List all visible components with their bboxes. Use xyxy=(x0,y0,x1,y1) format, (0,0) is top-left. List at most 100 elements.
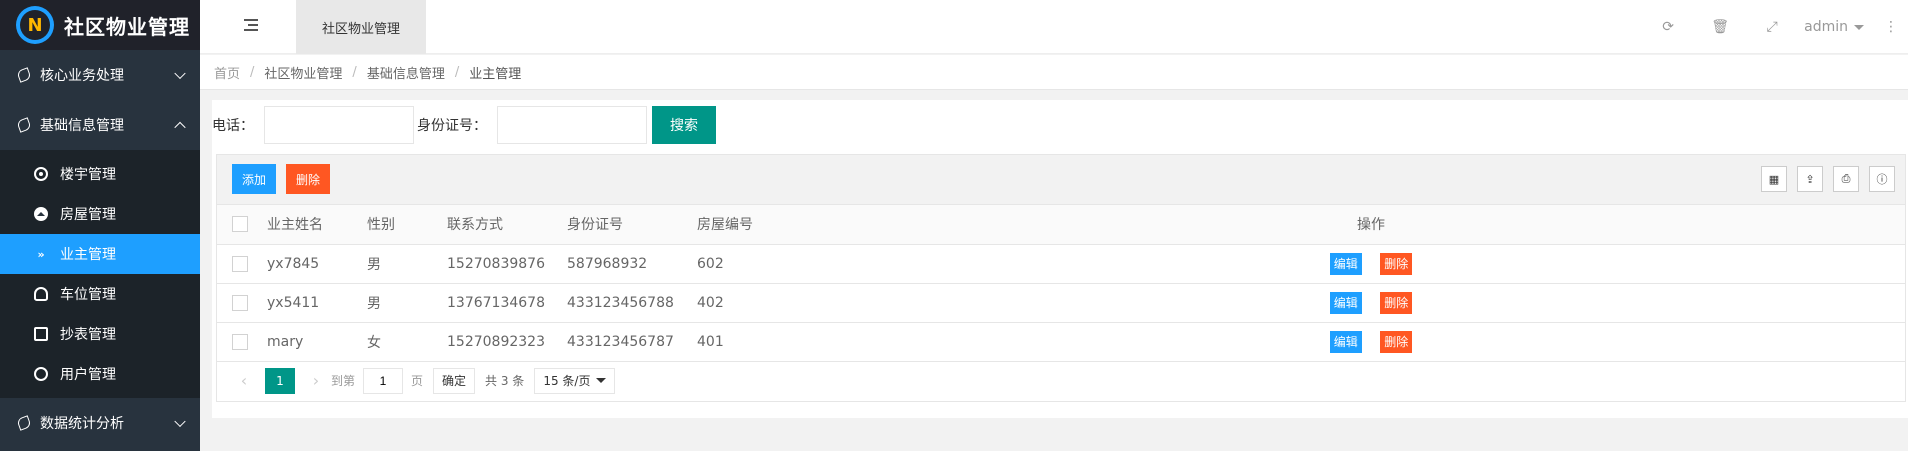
row-checkbox[interactable] xyxy=(232,255,248,272)
logo-area: N 社区物业管理 xyxy=(0,0,200,50)
menu-toggle-icon[interactable] xyxy=(244,19,258,31)
data-table-container: 添加 删除 ▦ ⇪ ⎙ ⓘ 业主姓名 性别 联系方式 身份证号 房屋编号 操作 … xyxy=(216,154,1906,402)
add-button[interactable]: 添加 xyxy=(232,164,277,194)
current-page[interactable]: 1 xyxy=(265,367,295,394)
print-icon[interactable]: ⎙ xyxy=(1833,166,1859,192)
cell-id-card: 433123456787 xyxy=(567,322,697,362)
remove-button[interactable]: 删除 xyxy=(1380,291,1413,314)
breadcrumb-community[interactable]: 社区物业管理 xyxy=(264,63,342,82)
sidebar-item-buildings[interactable]: 楼宇管理 xyxy=(0,154,200,194)
edit-button[interactable]: 编辑 xyxy=(1329,291,1362,314)
leaf-icon xyxy=(16,67,32,83)
sidebar-group-statistics[interactable]: 数据统计分析 xyxy=(0,398,200,448)
per-page-select[interactable]: 15 条/页 xyxy=(534,367,616,394)
column-header: 性别 xyxy=(367,205,447,245)
remove-button[interactable]: 删除 xyxy=(1380,330,1413,353)
cell-phone: 13767134678 xyxy=(447,283,567,323)
top-header: 社区物业管理 ⟳ 🗑 ⤢ admin ⋮ xyxy=(200,0,1908,54)
info-icon[interactable]: ⓘ xyxy=(1869,166,1895,192)
sidebar-group-core[interactable]: 核心业务处理 xyxy=(0,50,200,100)
edit-icon xyxy=(34,327,48,341)
user-icon xyxy=(34,367,48,381)
breadcrumb-basic-info[interactable]: 基础信息管理 xyxy=(367,63,445,82)
sidebar-item-users[interactable]: 用户管理 xyxy=(0,354,200,394)
remove-button[interactable]: 删除 xyxy=(1380,252,1413,275)
chevron-down-icon xyxy=(174,415,186,428)
sidebar-item-label: 抄表管理 xyxy=(60,327,116,343)
goto-page-input[interactable] xyxy=(363,367,404,394)
edit-button[interactable]: 编辑 xyxy=(1329,252,1362,275)
leaf-icon xyxy=(16,415,32,431)
column-header: 联系方式 xyxy=(447,205,567,245)
next-page-icon[interactable]: › xyxy=(301,371,331,390)
table-toolbar: 添加 删除 ▦ ⇪ ⎙ ⓘ xyxy=(217,155,1905,205)
cell-phone: 15270892323 xyxy=(447,322,567,362)
user-menu[interactable]: admin xyxy=(1798,19,1870,35)
cell-name: yx5411 xyxy=(267,283,367,323)
goto-label: 到第 xyxy=(331,374,356,388)
sidebar-item-owners[interactable]: » 业主管理 xyxy=(0,234,200,274)
toolbar-icons: ▦ ⇪ ⎙ ⓘ xyxy=(1751,166,1895,192)
fullscreen-icon[interactable]: ⤢ xyxy=(1746,19,1798,35)
app-title: 社区物业管理 xyxy=(64,14,190,39)
gauge-icon xyxy=(34,287,48,301)
double-chevron-icon: » xyxy=(37,247,45,261)
cell-house: 602 xyxy=(697,244,837,284)
caret-down-icon xyxy=(1854,24,1864,30)
column-header: 业主姓名 xyxy=(267,205,367,245)
cell-id-card: 433123456788 xyxy=(567,283,697,323)
more-vertical-icon[interactable]: ⋮ xyxy=(1870,19,1908,35)
caret-down-icon xyxy=(596,378,607,383)
cell-name: mary xyxy=(267,322,367,362)
table-header-row: 业主姓名 性别 联系方式 身份证号 房屋编号 操作 xyxy=(217,205,1905,245)
per-page-value: 15 条/页 xyxy=(543,374,591,388)
column-header: 操作 xyxy=(837,205,1905,245)
sidebar-item-label: 楼宇管理 xyxy=(60,167,116,183)
select-all-checkbox[interactable] xyxy=(232,216,248,233)
pagination: ‹ 1 › 到第 页 确定 共 3 条 15 条/页 xyxy=(217,362,1905,400)
sidebar-item-houses[interactable]: 房屋管理 xyxy=(0,194,200,234)
chevron-down-icon xyxy=(174,67,186,80)
total-count: 共 3 条 xyxy=(485,374,525,388)
export-icon[interactable]: ⇪ xyxy=(1797,166,1823,192)
cell-gender: 男 xyxy=(367,283,447,323)
row-checkbox[interactable] xyxy=(232,333,248,350)
sidebar-item-label: 车位管理 xyxy=(60,287,116,303)
delete-button[interactable]: 删除 xyxy=(286,164,331,194)
cell-name: yx7845 xyxy=(267,244,367,284)
prev-page-icon[interactable]: ‹ xyxy=(229,371,259,390)
confirm-page-button[interactable]: 确定 xyxy=(433,367,476,394)
phone-input[interactable] xyxy=(264,106,414,144)
leaf-icon xyxy=(16,117,32,133)
table-row: yx7845 男 15270839876 587968932 602 编辑 删除 xyxy=(217,244,1905,284)
breadcrumb-current: 业主管理 xyxy=(469,66,522,82)
sidebar-group-label: 基础信息管理 xyxy=(40,118,124,134)
owners-table: 业主姓名 性别 联系方式 身份证号 房屋编号 操作 yx7845 男 15270… xyxy=(217,205,1905,362)
refresh-icon[interactable]: ⟳ xyxy=(1642,19,1694,35)
edit-button[interactable]: 编辑 xyxy=(1329,330,1362,353)
search-button[interactable]: 搜索 xyxy=(652,106,716,144)
sidebar-group-basic-info[interactable]: 基础信息管理 xyxy=(0,100,200,150)
sidebar-item-meter-reading[interactable]: 抄表管理 xyxy=(0,314,200,354)
sidebar-item-label: 房屋管理 xyxy=(60,207,116,223)
table-row: mary 女 15270892323 433123456787 401 编辑 删… xyxy=(217,322,1905,362)
trash-icon[interactable]: 🗑 xyxy=(1694,19,1746,35)
sidebar-item-parking[interactable]: 车位管理 xyxy=(0,274,200,314)
phone-label: 电话： xyxy=(212,118,254,134)
row-checkbox[interactable] xyxy=(232,294,248,311)
column-header: 房屋编号 xyxy=(697,205,837,245)
cell-phone: 15270839876 xyxy=(447,244,567,284)
house-icon xyxy=(34,207,48,221)
logo-icon: N xyxy=(16,6,54,44)
cell-house: 402 xyxy=(697,283,837,323)
tab-community-management[interactable]: 社区物业管理 xyxy=(296,0,426,54)
sidebar-submenu: 楼宇管理 房屋管理 » 业主管理 车位管理 抄表管理 用户管理 xyxy=(0,150,200,398)
id-card-input[interactable] xyxy=(497,106,647,144)
column-header: 身份证号 xyxy=(567,205,697,245)
id-card-label: 身份证号： xyxy=(417,118,487,134)
header-actions: ⟳ 🗑 ⤢ admin ⋮ xyxy=(1642,0,1908,54)
columns-icon[interactable]: ▦ xyxy=(1761,166,1787,192)
breadcrumb-home[interactable]: 首页 xyxy=(214,63,240,82)
cell-id-card: 587968932 xyxy=(567,244,697,284)
chevron-up-icon xyxy=(174,121,186,134)
